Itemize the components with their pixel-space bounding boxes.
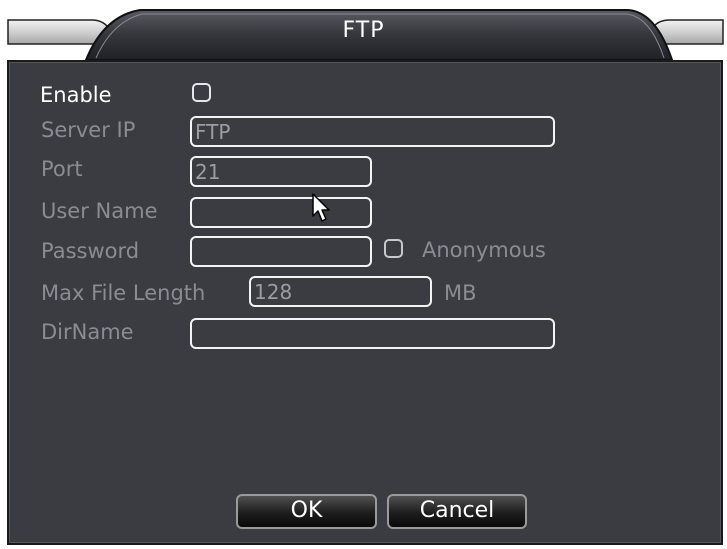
cancel-button[interactable]: Cancel [387, 494, 527, 529]
mouse-pointer-icon [312, 193, 330, 222]
max-file-length-unit: MB [444, 281, 477, 305]
password-field[interactable] [190, 236, 372, 267]
anonymous-label: Anonymous [422, 238, 546, 262]
password-label: Password [41, 239, 140, 263]
enable-label: Enable [40, 83, 112, 107]
ftp-dialog: FTP Enable Server IP FTP Port 21 User Na… [0, 0, 727, 549]
ok-button[interactable]: OK [236, 494, 377, 529]
dialog-title: FTP [342, 18, 385, 43]
max-file-length-field[interactable]: 128 [249, 276, 432, 307]
max-file-length-label: Max File Length [41, 281, 206, 305]
port-field[interactable]: 21 [190, 156, 372, 187]
user-name-label: User Name [41, 199, 158, 223]
user-name-field[interactable] [190, 197, 372, 228]
dirname-label: DirName [41, 320, 134, 344]
dirname-field[interactable] [190, 318, 555, 349]
anonymous-checkbox[interactable] [384, 239, 403, 258]
server-ip-field[interactable]: FTP [190, 116, 555, 147]
server-ip-label: Server IP [41, 118, 136, 142]
enable-checkbox[interactable] [192, 83, 211, 102]
title-bar: FTP [0, 0, 727, 60]
port-label: Port [41, 157, 83, 181]
